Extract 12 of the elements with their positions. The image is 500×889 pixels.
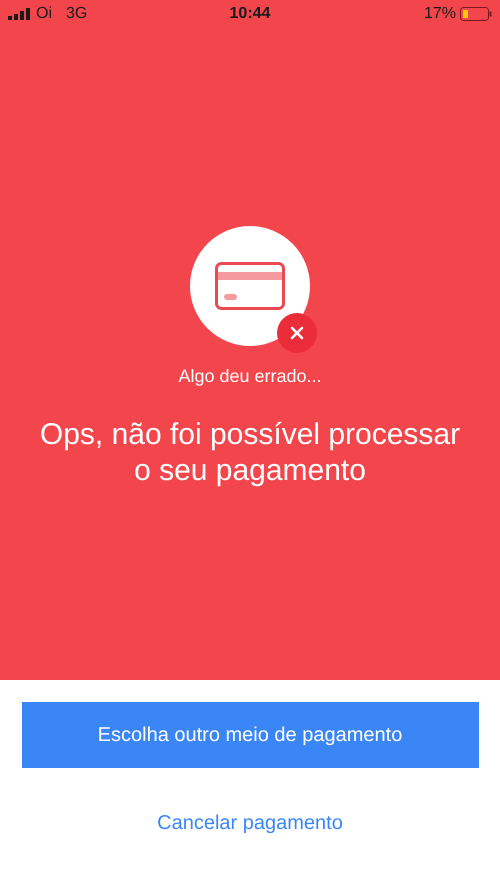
close-icon	[290, 326, 304, 340]
battery-percent: 17%	[424, 5, 456, 23]
network-type: 3G	[66, 5, 88, 23]
battery-icon	[460, 7, 492, 21]
error-subtitle: Algo deu errado...	[178, 366, 322, 387]
error-title: Ops, não foi possível processar o seu pagamento	[38, 417, 462, 489]
clock: 10:44	[228, 5, 272, 23]
credit-card-icon	[215, 262, 285, 310]
carrier-name: Oi	[36, 5, 52, 23]
cancel-payment-link[interactable]: Cancelar pagamento	[157, 812, 343, 835]
choose-payment-button[interactable]: Escolha outro meio de pagamento	[22, 702, 478, 768]
signal-icon	[8, 8, 32, 20]
